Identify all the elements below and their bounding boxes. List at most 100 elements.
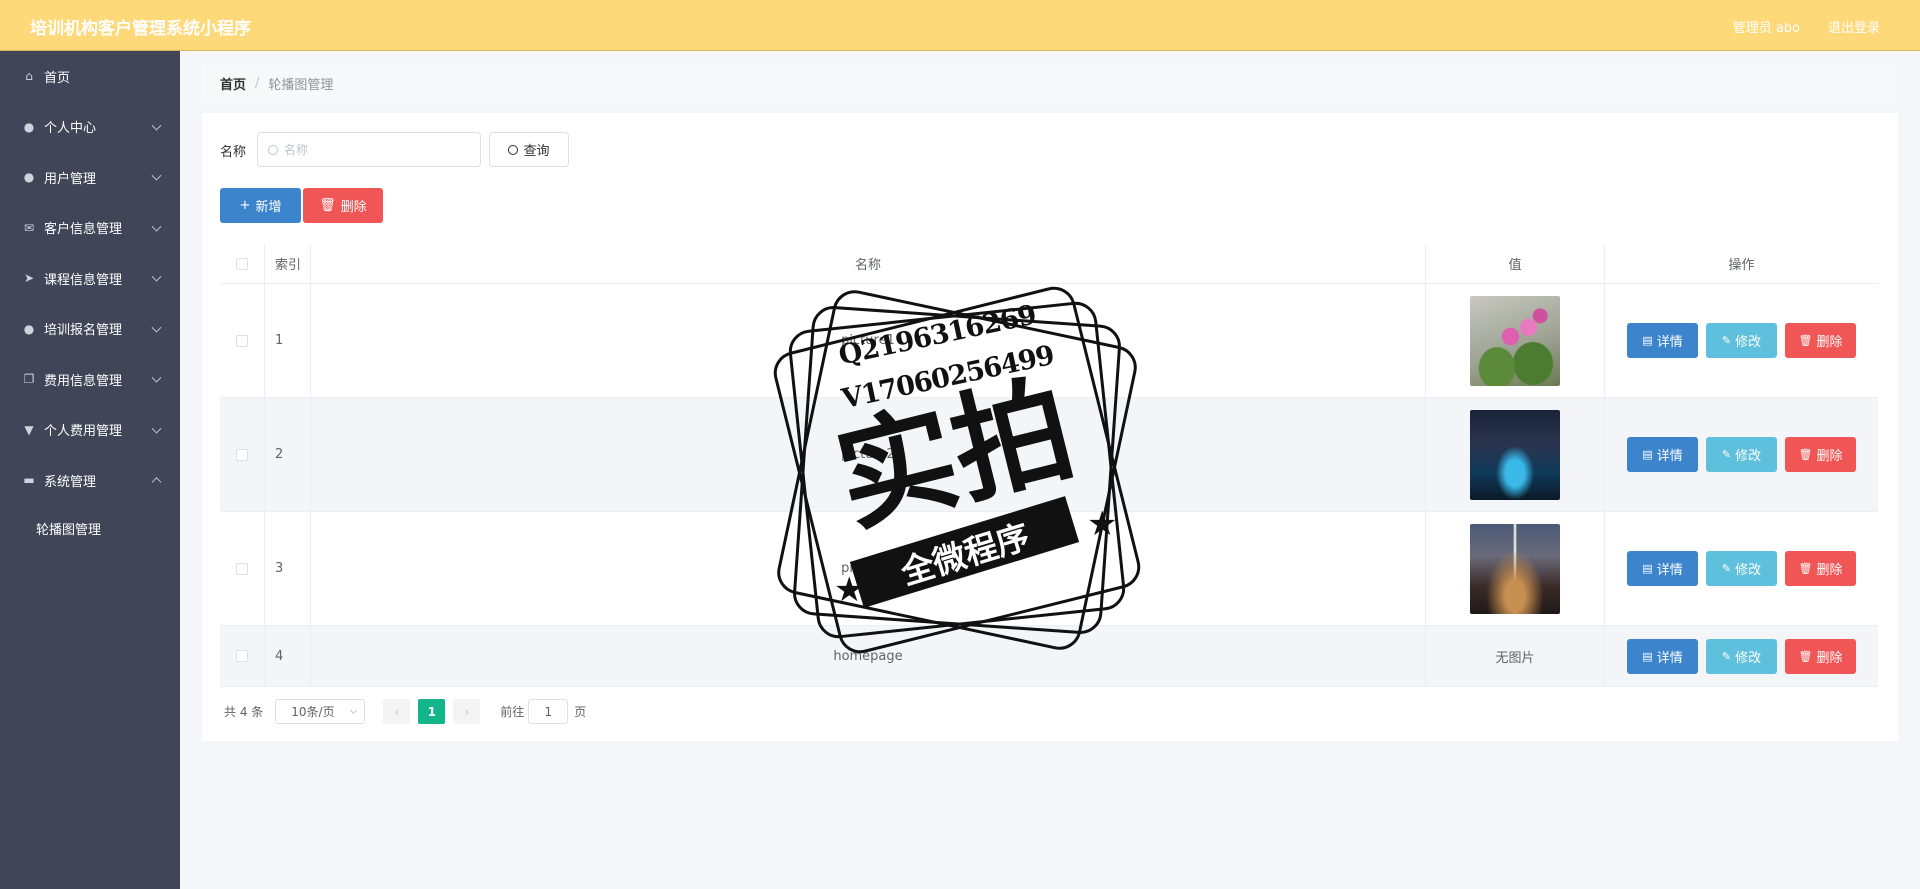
- sidebar-subitem-carousel[interactable]: 轮播图管理: [0, 506, 180, 551]
- pagination-total: 共 4 条: [224, 705, 264, 719]
- breadcrumb-home[interactable]: 首页: [220, 74, 246, 93]
- sidebar-item-personal-fee[interactable]: ▼ 个人费用管理: [0, 405, 180, 456]
- sidebar-item-label: 系统管理: [44, 474, 97, 490]
- row-name: homepage: [311, 626, 1426, 686]
- edit-button[interactable]: ✎ 修改: [1706, 323, 1777, 358]
- edit-label: 修改: [1735, 335, 1762, 350]
- mail-icon: ✉: [23, 220, 35, 235]
- sidebar-item-course-info[interactable]: ➤ 课程信息管理: [0, 253, 180, 304]
- select-all-checkbox[interactable]: [236, 257, 248, 270]
- row-index: 2: [265, 398, 311, 511]
- current-user: 管理员 abo: [1732, 21, 1800, 36]
- detail-label: 详情: [1656, 650, 1683, 666]
- sidebar-item-fee-info[interactable]: ❐ 费用信息管理: [0, 354, 180, 405]
- row-checkbox[interactable]: [236, 448, 248, 461]
- sidebar-item-personal-center[interactable]: ● 个人中心: [0, 102, 180, 153]
- detail-button[interactable]: ▤ 详情: [1627, 323, 1698, 358]
- edit-button[interactable]: ✎ 修改: [1706, 638, 1777, 674]
- pagination: 共 4 条 10条/页 ‹ 1 › 前往 页: [224, 699, 586, 724]
- detail-button[interactable]: ▤ 详情: [1627, 551, 1698, 586]
- row-checkbox[interactable]: [236, 562, 248, 575]
- detail-button[interactable]: ▤ 详情: [1627, 638, 1698, 674]
- sidebar-item-label: 课程信息管理: [44, 272, 123, 288]
- prev-page-button[interactable]: ‹: [383, 699, 411, 724]
- user-icon: ●: [23, 119, 35, 134]
- sidebar-item-label: 客户信息管理: [44, 222, 123, 238]
- detail-label: 详情: [1656, 449, 1683, 464]
- pencil-icon: ✎: [1721, 448, 1732, 461]
- home-icon: ⌂: [25, 69, 33, 84]
- sidebar-item-home[interactable]: ⌂ 首页: [0, 51, 180, 102]
- row-checkbox[interactable]: [236, 650, 248, 662]
- search-label: 名称: [220, 145, 247, 160]
- chevron-down-icon: [151, 271, 162, 282]
- row-checkbox[interactable]: [236, 334, 248, 347]
- sidebar-item-customer-info[interactable]: ✉ 客户信息管理: [0, 203, 180, 254]
- top-header: 培训机构客户管理系统小程序 管理员 abo 退出登录: [0, 0, 1920, 51]
- search-field[interactable]: [257, 132, 481, 167]
- batch-delete-button[interactable]: 🗑 删除: [303, 188, 383, 223]
- header-index: 索引: [265, 244, 311, 283]
- header-name: 名称: [311, 244, 1426, 283]
- delete-label: 删除: [1816, 650, 1843, 666]
- search-icon: [508, 144, 519, 155]
- row-name: picture1: [311, 284, 1426, 397]
- app-title: 培训机构客户管理系统小程序: [30, 19, 251, 39]
- monitor-icon: ▬: [23, 473, 35, 488]
- chevron-right-icon: ›: [464, 704, 470, 719]
- page-suffix: 页: [574, 705, 587, 719]
- delete-button[interactable]: 🗑 删除: [1785, 638, 1856, 674]
- detail-label: 详情: [1656, 335, 1683, 350]
- detail-button[interactable]: ▤ 详情: [1627, 437, 1698, 472]
- bridge-thumbnail[interactable]: [1470, 409, 1560, 500]
- search-input[interactable]: [284, 142, 464, 157]
- sidebar-item-user-management[interactable]: ● 用户管理: [0, 152, 180, 203]
- table-row: 4 homepage 无图片 ▤ 详情 ✎ 修改 🗑 删除: [220, 626, 1878, 687]
- breadcrumb: 首页 / 轮播图管理: [202, 64, 1898, 102]
- page-size-select[interactable]: 10条/页: [275, 699, 366, 724]
- detail-label: 详情: [1656, 563, 1683, 578]
- goto-page-input[interactable]: [528, 699, 569, 724]
- breadcrumb-separator: /: [255, 75, 260, 91]
- trash-icon: 🗑: [1798, 649, 1813, 663]
- page-number-current[interactable]: 1: [418, 699, 446, 724]
- chevron-down-icon: [350, 706, 358, 715]
- delete-button[interactable]: 🗑 删除: [1785, 323, 1856, 358]
- edit-button[interactable]: ✎ 修改: [1706, 437, 1777, 472]
- row-name: picture3: [311, 512, 1426, 625]
- next-page-button[interactable]: ›: [453, 699, 481, 724]
- add-button[interactable]: + 新增: [220, 188, 301, 223]
- delete-button[interactable]: 🗑 删除: [1785, 551, 1856, 586]
- trash-icon: 🗑: [319, 198, 336, 213]
- flower-thumbnail[interactable]: [1470, 295, 1560, 386]
- delete-button[interactable]: 🗑 删除: [1785, 437, 1856, 472]
- pencil-icon: ✎: [1721, 562, 1732, 575]
- sidebar-item-label: 培训报名管理: [44, 323, 123, 339]
- document-icon: ▤: [1642, 334, 1653, 347]
- goto-label: 前往: [500, 705, 525, 719]
- header-value: 值: [1426, 244, 1605, 283]
- sidebar-item-label: 首页: [44, 70, 71, 86]
- table-header: 索引 名称 值 操作: [220, 244, 1878, 284]
- row-index: 1: [265, 284, 311, 397]
- trash-icon: 🗑: [1798, 334, 1813, 347]
- sidebar-item-label: 个人中心: [44, 121, 97, 137]
- edit-button[interactable]: ✎ 修改: [1706, 551, 1777, 586]
- table-row: 3 picture3 ▤ 详情 ✎ 修改 🗑 删除: [220, 512, 1878, 626]
- sidebar-item-system-management[interactable]: ▬ 系统管理: [0, 455, 180, 506]
- query-button[interactable]: 查询: [489, 132, 569, 167]
- sidebar-item-training-signup[interactable]: ● 培训报名管理: [0, 304, 180, 355]
- header-ops: 操作: [1728, 258, 1755, 273]
- document-icon: ▤: [1642, 562, 1653, 575]
- sidebar-item-label: 用户管理: [44, 171, 97, 187]
- city-thumbnail[interactable]: [1470, 523, 1560, 614]
- no-image-text: 无图片: [1495, 650, 1535, 666]
- sidebar-item-label: 费用信息管理: [44, 373, 123, 389]
- trash-icon: 🗑: [1798, 562, 1813, 575]
- trash-icon: 🗑: [1798, 448, 1813, 461]
- edit-label: 修改: [1735, 563, 1762, 578]
- chevron-down-icon: [151, 120, 162, 131]
- logout-link[interactable]: 退出登录: [1828, 17, 1880, 36]
- query-button-label: 查询: [523, 144, 550, 159]
- add-button-label: 新增: [255, 200, 282, 215]
